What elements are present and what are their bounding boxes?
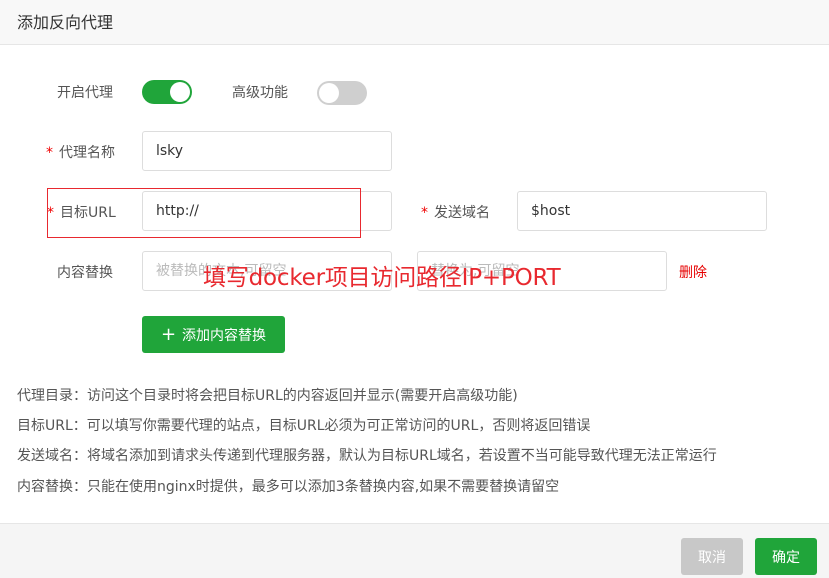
- cancel-button[interactable]: 取消: [681, 538, 743, 575]
- delete-replace-link[interactable]: 删除: [679, 262, 707, 282]
- help-send-domain: 发送域名：将域名添加到请求头传递到代理服务器，默认为目标URL域名，若设置不当可…: [17, 448, 717, 464]
- advanced-toggle[interactable]: [317, 81, 367, 105]
- send-domain-label: * 发送域名: [421, 202, 490, 222]
- enable-proxy-toggle[interactable]: [142, 80, 192, 104]
- send-domain-label-text: 发送域名: [434, 205, 490, 221]
- required-mark: *: [46, 145, 53, 161]
- help-content-replace: 内容替换：只能在使用nginx时提供，最多可以添加3条替换内容,如果不需要替换请…: [17, 479, 560, 495]
- add-content-replace-label: 添加内容替换: [182, 327, 267, 344]
- dialog-title: 添加反向代理: [17, 13, 114, 32]
- dialog-header: 添加反向代理: [0, 0, 829, 45]
- proxy-name-label-text: 代理名称: [59, 145, 115, 161]
- annotation-text: 填写docker项目访问路径IP+PORT: [203, 265, 561, 291]
- toggle-knob: [170, 82, 190, 102]
- send-domain-input[interactable]: [517, 191, 767, 231]
- proxy-name-label: * 代理名称: [46, 142, 115, 162]
- content-replace-label: 内容替换: [57, 265, 113, 281]
- plus-icon: +: [160, 323, 177, 345]
- advanced-label: 高级功能: [232, 85, 288, 101]
- enable-proxy-label: 开启代理: [57, 85, 113, 101]
- help-target-url: 目标URL：可以填写你需要代理的站点，目标URL必须为可正常访问的URL，否则将…: [17, 418, 591, 434]
- annotation-highlight-box: [47, 188, 361, 238]
- add-content-replace-button[interactable]: + 添加内容替换: [142, 316, 285, 353]
- required-mark: *: [421, 205, 428, 221]
- help-proxy-dir: 代理目录：访问这个目录时将会把目标URL的内容返回并显示(需要开启高级功能): [17, 388, 518, 404]
- proxy-name-input[interactable]: [142, 131, 392, 171]
- toggle-knob: [319, 83, 339, 103]
- confirm-button[interactable]: 确定: [755, 538, 817, 575]
